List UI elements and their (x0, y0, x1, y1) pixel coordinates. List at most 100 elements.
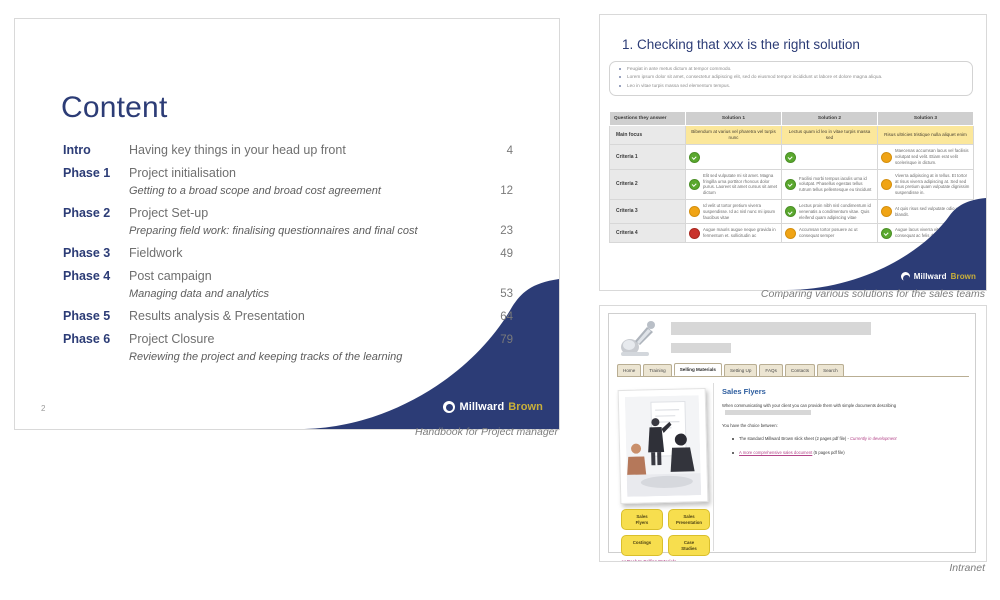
table-row-label: Main focus (609, 124, 686, 146)
toc-entry-label: Project Closure (129, 332, 215, 346)
millward-brown-logo: Millward Brown (443, 401, 543, 413)
logo-text-primary: Millward (913, 272, 947, 281)
table-cell: Risus ultricies tristique nulla aliquet … (877, 124, 974, 146)
caption-table-slide: Comparing various solutions for the sale… (760, 288, 985, 300)
toc-entry[interactable]: Phase 1 Project initialisation Getting to … (63, 166, 513, 197)
pane-paragraph-2: You have the choice between: (722, 422, 778, 428)
intranet-window: Home Training Selling Materials Setting Up F… (608, 313, 976, 561)
table-column-header: Solution 3 (877, 111, 974, 126)
tab-training[interactable]: Training (643, 364, 672, 376)
toc-entry-page: 4 (506, 145, 513, 157)
tab-search[interactable]: Search (817, 364, 844, 376)
quick-link-button-sales-flyers[interactable]: Sales Flyers (621, 509, 663, 531)
toc-entry-phase: Phase 6 (63, 332, 111, 346)
tab-selling-materials[interactable]: Selling Materials (673, 363, 722, 376)
toc-entry[interactable]: Phase 6 Project Closure 79 Reviewing the pr… (63, 332, 513, 363)
caption-left-slide: Handbook for Project manager (415, 426, 558, 438)
status-amber-icon (689, 206, 700, 218)
header-title-placeholder (671, 322, 871, 335)
cell-text: Id velit ut tortor pretium viverra suspe… (703, 202, 776, 220)
status-amber-icon (881, 178, 892, 190)
intranet-header (609, 314, 975, 362)
bullet-item: Lorem ipsum dolor sit amet, consectetur … (616, 74, 966, 81)
table-row-label: Criteria 3 (609, 198, 686, 225)
content-pane: Sales Flyers When communicating with you… (713, 383, 965, 551)
intranet-body: Sales Flyers When communicating with you… (609, 377, 975, 561)
cell-text: Facilisi morbi tempus iaculis urna id vo… (799, 175, 872, 193)
status-red-icon (689, 227, 700, 239)
cell-text: Viverra adipiscing at in tellus. Et tort… (895, 172, 970, 196)
table-cell (781, 144, 878, 170)
header-subtitle-placeholder (671, 343, 731, 353)
status-green-icon (785, 178, 796, 190)
toc-entry-label: Post campaign (129, 269, 212, 283)
page-title: Content (61, 91, 168, 124)
status-note: Currently in development (850, 435, 897, 441)
cell-text: Augue mauris augue neque gravida in ferm… (703, 227, 776, 239)
quick-link-button-case-studies[interactable]: Case Studies (668, 535, 710, 557)
table-cell: Viverra adipiscing at in tellus. Et tort… (877, 168, 974, 200)
tab-setting-up[interactable]: Setting Up (723, 364, 758, 376)
toc-entry[interactable]: Phase 4 Post campaign Managing data and an… (63, 269, 513, 300)
table-row: Criteria 1 Maecenas accumsan lacus vel fa… (609, 144, 974, 170)
table-column-header: Solution 1 (685, 111, 782, 126)
pane-title: Sales Flyers (722, 387, 766, 396)
meeting-photo (617, 387, 709, 505)
toc-entry-label: Project initialisation (129, 166, 236, 180)
status-green-icon (785, 151, 796, 163)
logo-text-secondary: Brown (950, 272, 976, 281)
logo-text-primary: Millward (459, 401, 505, 413)
tab-contacts[interactable]: Contacts (784, 364, 816, 376)
toc-entry-subpage: 23 (500, 225, 513, 237)
slide-solution-comparison: 1. Checking that xxx is the right soluti… (599, 14, 987, 291)
bullet-item: Feugiat in ante metus dictum at tempor c… (616, 66, 966, 73)
sales-document-link[interactable]: A more comprehensive sales document (739, 450, 812, 455)
tab-home[interactable]: Home (617, 364, 642, 376)
cell-text: Elit sed vulputate mi sit amet. Magna fr… (703, 172, 778, 196)
table-column-header: Solution 2 (781, 111, 878, 126)
toc-entry-phase: Phase 1 (63, 166, 111, 180)
tab-faqs[interactable]: FAQs (759, 364, 783, 376)
status-green-icon (689, 151, 700, 163)
table-row: Main focus Bibendum at varius vel pharetr… (609, 124, 974, 146)
quick-link-button-grid[interactable]: Sales Flyers Sales Presentation Costings Case… (621, 509, 711, 557)
toc-entry-subtitle: Getting to a broad scope and broad cost … (129, 185, 381, 197)
toc-entry[interactable]: Intro Having key things in your head up f… (63, 143, 513, 157)
toc-entry-label: Results analysis & Presentation (129, 309, 305, 323)
table-row-label: Criteria 2 (609, 168, 686, 200)
table-row-label: Criteria 4 (609, 223, 686, 243)
toc-entry-page: 64 (500, 311, 513, 323)
header-photo-icon (617, 319, 663, 359)
table-column-header: Questions they answer (609, 111, 686, 126)
toc-entry[interactable]: Phase 2 Project Set-up Preparing field wor… (63, 206, 513, 237)
toc-entry-subtitle: Reviewing the project and keeping tracks… (129, 351, 403, 363)
toc-entry-subtitle: Managing data and analytics (129, 288, 270, 300)
table-header-row: Questions they answer Solution 1 Solution … (609, 111, 974, 126)
status-amber-icon (881, 151, 892, 163)
toc-entry[interactable]: Phase 3 Fieldwork 49 (63, 246, 513, 260)
toc-entry[interactable]: Phase 5 Results analysis & Presentation 64 (63, 309, 513, 323)
table-cell: Augue mauris augue neque gravida in ferm… (685, 223, 782, 243)
pane-paragraph-1: When communicating with your client you … (722, 403, 965, 416)
table-cell: Maecenas accumsan lacus vel facilisis vo… (877, 144, 974, 170)
table-row-label: Criteria 1 (609, 144, 686, 170)
cell-text: Maecenas accumsan lacus vel facilisis vo… (895, 148, 969, 165)
table-row: Criteria 2 Elit sed vulputate mi sit amet… (609, 168, 974, 200)
table-cell: Facilisi morbi tempus iaculis urna id vo… (781, 168, 878, 200)
bullet-callout-box: Feugiat in ante metus dictum at tempor c… (609, 61, 973, 96)
meeting-photo-image (624, 395, 702, 497)
table-cell: Bibendum at varius vel pharetra vel turp… (685, 124, 782, 146)
table-cell: Elit sed vulputate mi sit amet. Magna fr… (685, 168, 782, 200)
caption-intranet-slide: Intranet (949, 562, 985, 574)
table-cell (685, 144, 782, 170)
toc-entry-subpage: 12 (500, 185, 513, 197)
quick-link-button-sales-presentation[interactable]: Sales Presentation (668, 509, 710, 531)
quick-link-button-costings[interactable]: Costings (621, 535, 663, 557)
slide-intranet-screenshot: Home Training Selling Materials Setting Up F… (599, 305, 987, 562)
status-green-icon (689, 178, 700, 190)
slide-title: 1. Checking that xxx is the right soluti… (622, 37, 860, 52)
intranet-tab-strip[interactable]: Home Training Selling Materials Setting Up F… (617, 363, 844, 376)
toc-entry-phase: Phase 2 (63, 206, 111, 220)
slide-content-toc: Content Intro Having key things in your h… (14, 18, 560, 430)
list-item: A more comprehensive sales document (5 p… (732, 450, 965, 455)
